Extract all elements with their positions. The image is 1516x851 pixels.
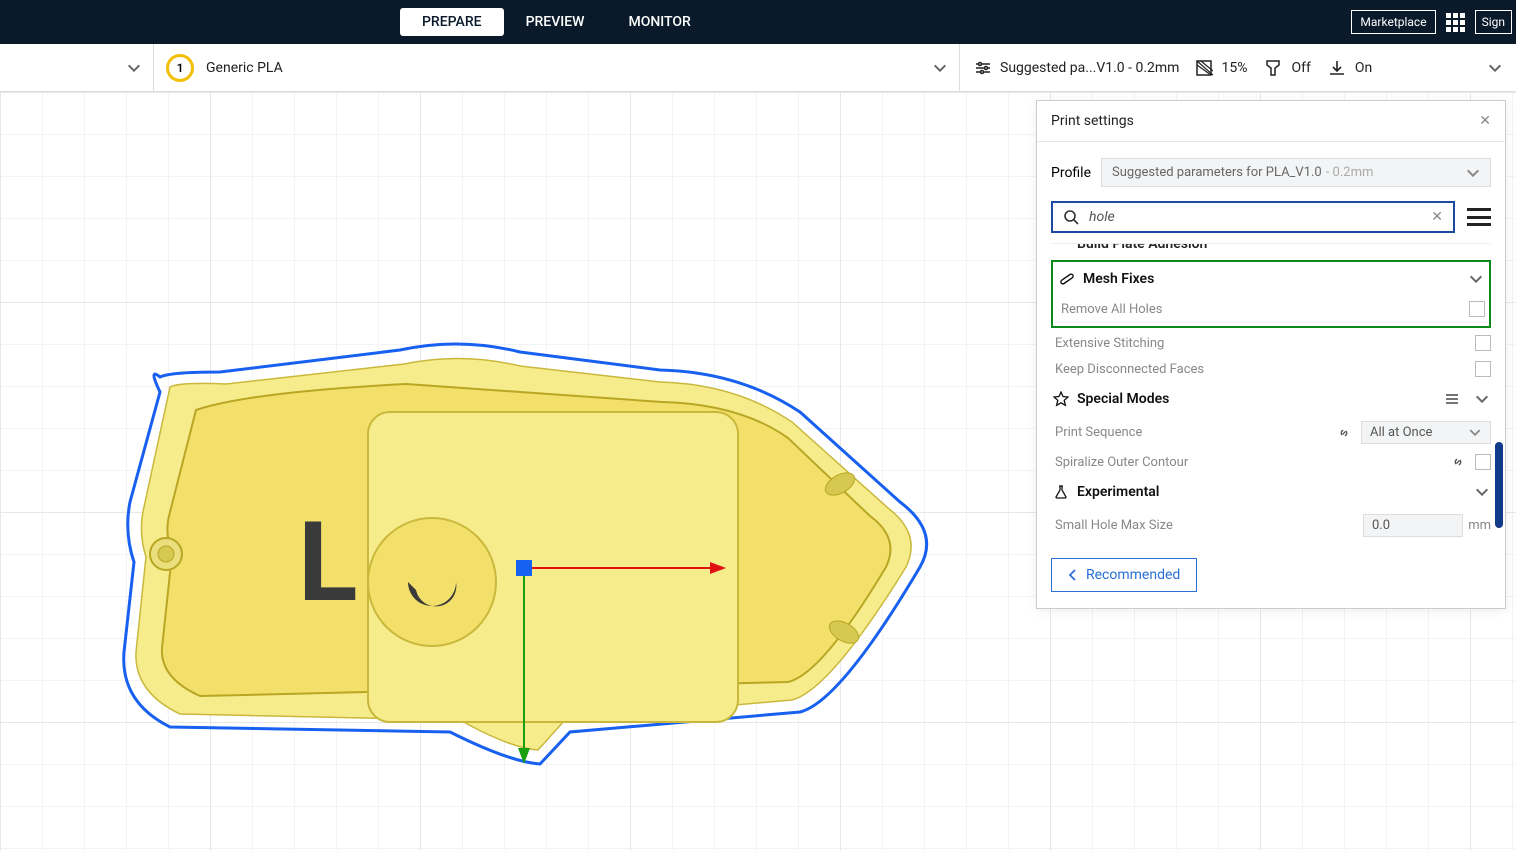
adhesion-icon [1327, 59, 1347, 77]
chevron-left-icon [1068, 569, 1078, 581]
link-icon[interactable] [1451, 455, 1465, 469]
apps-grid-icon[interactable] [1446, 13, 1465, 32]
print-settings-summary[interactable]: Suggested pa...V1.0 - 0.2mm 15% Off On [960, 44, 1516, 91]
chevron-down-icon [1468, 429, 1482, 436]
settings-list: Build Plate Adhesion Mesh Fixes Remove A… [1051, 243, 1491, 542]
printer-dropdown[interactable] [0, 44, 154, 91]
tab-prepare[interactable]: PREPARE [400, 8, 504, 36]
top-nav: PREPARE PREVIEW MONITOR Marketplace Sign [0, 0, 1516, 44]
spiralize-label: Spiralize Outer Contour [1055, 455, 1188, 470]
adhesion-summary: On [1327, 59, 1372, 77]
infill-icon [1195, 59, 1213, 77]
material-dropdown[interactable]: 1 Generic PLA [154, 44, 960, 91]
print-sequence-label: Print Sequence [1055, 425, 1142, 440]
profile-label: Profile [1051, 165, 1091, 181]
recommended-button[interactable]: Recommended [1051, 558, 1197, 592]
support-icon [1263, 59, 1283, 77]
print-sequence-select[interactable]: All at Once [1361, 421, 1491, 444]
extruder-badge: 1 [166, 54, 194, 82]
profile-summary: Suggested pa...V1.0 - 0.2mm [974, 59, 1179, 77]
material-name: Generic PLA [206, 60, 921, 76]
bandage-icon [1059, 271, 1075, 287]
stage-tabs: PREPARE PREVIEW MONITOR [400, 8, 713, 36]
chevron-down-icon [933, 64, 947, 72]
profile-dropdown[interactable]: Suggested parameters for PLA_V1.0 - 0.2m… [1101, 158, 1491, 187]
search-icon [1063, 209, 1079, 225]
build-plate-adhesion-section[interactable]: Build Plate Adhesion [1051, 244, 1491, 260]
remove-all-holes-label: Remove All Holes [1061, 302, 1162, 317]
scrollbar-thumb[interactable] [1495, 442, 1503, 528]
settings-search[interactable]: ✕ [1051, 201, 1455, 233]
clear-search-icon[interactable]: ✕ [1431, 209, 1443, 225]
config-bar: 1 Generic PLA Suggested pa...V1.0 - 0.2m… [0, 44, 1516, 92]
chevron-down-icon [127, 64, 141, 72]
small-hole-unit: mm [1463, 518, 1491, 533]
chevron-down-icon [1475, 395, 1489, 403]
infill-summary: 15% [1195, 59, 1247, 77]
sliders-icon [974, 59, 992, 77]
chevron-down-icon [1475, 488, 1489, 496]
small-hole-input[interactable]: 0.0 [1363, 514, 1463, 537]
remove-all-holes-checkbox[interactable] [1469, 301, 1485, 317]
experimental-section[interactable]: Experimental [1051, 475, 1491, 509]
sign-in-button[interactable]: Sign [1475, 10, 1512, 34]
model-preview[interactable]: L [100, 332, 970, 782]
settings-menu-icon[interactable] [1467, 208, 1491, 226]
spiralize-checkbox[interactable] [1475, 454, 1491, 470]
extensive-stitching-checkbox[interactable] [1475, 335, 1491, 351]
support-summary: Off [1263, 59, 1310, 77]
link-icon[interactable] [1337, 426, 1351, 440]
close-icon[interactable]: ✕ [1479, 113, 1491, 129]
marketplace-button[interactable]: Marketplace [1351, 10, 1435, 34]
small-hole-label: Small Hole Max Size [1055, 518, 1173, 533]
star-icon [1053, 391, 1069, 407]
flask-icon [1053, 484, 1069, 500]
chevron-down-icon [1469, 275, 1483, 283]
tab-preview[interactable]: PREVIEW [504, 8, 607, 36]
print-settings-panel: Print settings ✕ Profile Suggested param… [1036, 100, 1506, 609]
search-input[interactable] [1089, 209, 1421, 225]
sliders-small-icon [1445, 392, 1459, 406]
chevron-down-icon [1488, 64, 1502, 72]
special-modes-section[interactable]: Special Modes [1051, 382, 1491, 416]
keep-disconnected-checkbox[interactable] [1475, 361, 1491, 377]
mesh-fixes-highlight: Mesh Fixes Remove All Holes [1051, 260, 1491, 328]
chevron-down-icon [1466, 169, 1480, 177]
mesh-fixes-section[interactable]: Mesh Fixes [1057, 262, 1485, 296]
panel-title: Print settings [1051, 113, 1134, 129]
extensive-stitching-label: Extensive Stitching [1055, 336, 1164, 351]
keep-disconnected-label: Keep Disconnected Faces [1055, 362, 1204, 377]
tab-monitor[interactable]: MONITOR [606, 8, 712, 36]
model-letter: L [298, 498, 358, 627]
